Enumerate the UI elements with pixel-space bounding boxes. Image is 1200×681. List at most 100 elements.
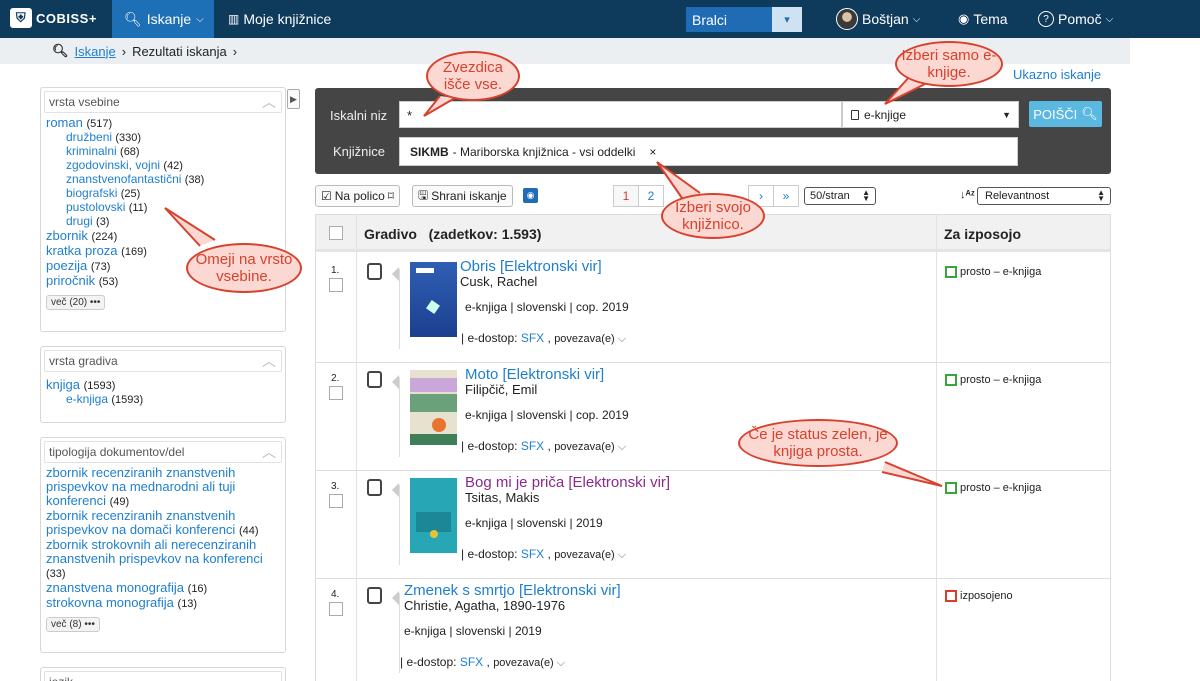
role-select[interactable]: Bralci ▾ xyxy=(686,7,802,32)
facet-more-button[interactable]: več (20) ••• xyxy=(46,295,106,310)
material-type-select[interactable]: e-knjige ▼ xyxy=(842,101,1019,128)
sfx-link[interactable]: SFX xyxy=(521,439,544,453)
chevron-up-icon: ︿ xyxy=(262,444,276,460)
save-search-button[interactable]: 🖫 Shrani iskanje xyxy=(412,185,513,207)
facet-item[interactable]: drugi (3) xyxy=(46,215,280,229)
facet-header[interactable]: tipologija dokumentov/del ︿ xyxy=(44,441,282,463)
sort-select[interactable]: Relevantnost ▲ ▼ xyxy=(977,187,1111,205)
facet-item-label: zbornik strokovnih ali nerecenziranih zn… xyxy=(46,537,263,566)
page-link[interactable]: 2 xyxy=(638,185,664,207)
result-access: | e-dostop: SFX , povezava(e) ⌵ xyxy=(461,439,627,453)
help-menu[interactable]: ? Pomoč ⌵ xyxy=(1038,0,1113,38)
pagination: 1 2 xyxy=(613,185,664,207)
cobiss-logo[interactable]: ⛨ COBISS+ xyxy=(10,8,97,28)
facet-item[interactable]: zbornik recenziranih znanstvenih prispev… xyxy=(46,466,280,509)
result-title-link[interactable]: Obris [Elektronski vir] xyxy=(460,258,602,275)
facet-header[interactable]: jezik ︿ xyxy=(44,671,282,681)
avatar xyxy=(836,8,858,30)
result-meta: e-knjiga | slovenski | 2019 xyxy=(465,516,603,530)
facet-item-count: (1593) xyxy=(83,380,116,392)
status-text: izposojeno xyxy=(960,590,1013,602)
sfx-link[interactable]: SFX xyxy=(460,655,483,669)
row-checkbox[interactable] xyxy=(329,386,343,400)
facet-title: tipologija dokumentov/del xyxy=(49,445,185,459)
result-title-link[interactable]: Zmenek s smrtjo [Elektronski vir] xyxy=(404,582,621,599)
chevron-up-icon: ︿ xyxy=(262,353,276,369)
add-to-shelf-button[interactable]: ☑ Na polico ⌑ xyxy=(315,185,400,207)
shelf-label: Na polico xyxy=(334,189,385,203)
facet-item[interactable]: kriminalni (68) xyxy=(46,145,280,159)
row-divider xyxy=(399,269,400,349)
per-page-select[interactable]: 50/stran ▲ ▼ xyxy=(804,187,876,205)
library-field[interactable]: SIKMB - Mariborska knjižnica - vsi oddel… xyxy=(399,137,1018,166)
facet-item[interactable]: pustolovski (11) xyxy=(46,201,280,215)
links-dropdown[interactable]: povezava(e) xyxy=(554,333,615,345)
facet-item-count: (38) xyxy=(184,174,205,186)
facet-item[interactable]: zbornik recenziranih znanstvenih prispev… xyxy=(46,509,280,538)
result-title-link[interactable]: Bog mi je priča [Elektronski vir] xyxy=(465,474,670,491)
row-checkbox[interactable] xyxy=(329,602,343,616)
result-title-link[interactable]: Moto [Elektronski vir] xyxy=(465,366,604,383)
facet-item[interactable]: biografski (25) xyxy=(46,187,280,201)
facet-header[interactable]: vrsta gradiva ︿ xyxy=(44,350,282,372)
user-menu[interactable]: Boštjan ⌵ xyxy=(836,0,920,38)
close-icon[interactable]: × xyxy=(649,145,656,159)
result-access: | e-dostop: SFX , povezava(e) ⌵ xyxy=(461,547,627,561)
breadcrumb-home-link[interactable]: Iskanje xyxy=(75,44,116,59)
search-button[interactable]: POIŠČI 🔍︎ xyxy=(1029,101,1102,127)
row-number: 2. xyxy=(331,373,340,384)
sort-icon: ↓ᴬᶻ xyxy=(960,189,975,201)
facet-item-label: znanstvena monografija xyxy=(46,580,185,595)
theme-menu[interactable]: ◉ Tema xyxy=(958,0,1008,38)
nav-search-tab[interactable]: 🔍︎ Iskanje ⌵ xyxy=(112,0,214,38)
facet-item[interactable]: strokovna monografija (13) xyxy=(46,596,280,611)
row-number: 3. xyxy=(331,481,340,492)
book-cover[interactable] xyxy=(410,262,457,337)
result-count: (zadetkov: 1.593) xyxy=(428,226,542,242)
sfx-link[interactable]: SFX xyxy=(521,331,544,345)
facet-material-type: vrsta gradiva ︿ knjiga (1593) e-knjiga (1… xyxy=(40,346,286,423)
facet-item-count: (517) xyxy=(86,118,113,130)
facet-item[interactable]: roman (517) xyxy=(46,116,280,131)
breadcrumb-current: Rezultati iskanja xyxy=(132,43,227,59)
status-square-icon xyxy=(945,482,957,494)
facet-item[interactable]: zbornik strokovnih ali nerecenziranih zn… xyxy=(46,538,280,581)
availability-status: prosto – e-knjiga xyxy=(945,374,1041,386)
row-checkbox[interactable] xyxy=(329,278,343,292)
facet-item[interactable]: družbeni (330) xyxy=(46,131,280,145)
nav-my-libraries[interactable]: ▥ Moje knjižnice xyxy=(228,0,331,38)
facet-item-label: knjiga xyxy=(46,377,80,392)
facet-item[interactable]: knjiga (1593) xyxy=(46,378,280,393)
links-dropdown[interactable]: povezava(e) xyxy=(493,657,554,669)
availability-status: izposojeno xyxy=(945,590,1013,602)
chevron-down-icon: ⌵ xyxy=(614,549,627,561)
facet-item-count: (33) xyxy=(46,568,66,580)
facet-item[interactable]: zgodovinski, vojni (42) xyxy=(46,159,280,173)
sfx-link[interactable]: SFX xyxy=(521,547,544,561)
rss-icon[interactable]: ◉ xyxy=(523,188,538,203)
row-checkbox[interactable] xyxy=(329,494,343,508)
facet-item[interactable]: znanstvenofantastični (38) xyxy=(46,173,280,187)
book-cover[interactable] xyxy=(410,370,457,445)
links-dropdown[interactable]: povezava(e) xyxy=(554,441,615,453)
advanced-search-link[interactable]: Ukazno iskanje xyxy=(1013,67,1101,82)
facet-item[interactable]: e-knjiga (1593) xyxy=(46,393,280,407)
availability-status: prosto – e-knjiga xyxy=(945,482,1041,494)
nav-search-label: Iskanje xyxy=(146,11,192,27)
facet-item[interactable]: znanstvena monografija (16) xyxy=(46,581,280,596)
facet-list: knjiga (1593) e-knjiga (1593) xyxy=(41,372,285,407)
chevron-down-icon: ⌵ xyxy=(912,13,921,25)
nav-my-libraries-label: Moje knjižnice xyxy=(243,11,332,27)
select-all-checkbox[interactable] xyxy=(329,226,343,240)
chevron-right-icon: ▶ xyxy=(290,93,297,104)
book-cover[interactable] xyxy=(410,478,457,553)
save-icon: 🖫 xyxy=(418,187,429,202)
sidebar-collapse-toggle[interactable]: ▶ xyxy=(287,89,300,109)
last-page-button[interactable]: » xyxy=(773,185,799,207)
facet-header[interactable]: vrsta vsebine ︿ xyxy=(44,91,282,113)
facet-more-button[interactable]: več (8) ••• xyxy=(46,617,100,632)
page-link[interactable]: 1 xyxy=(613,185,639,207)
search-input[interactable]: * xyxy=(399,101,842,128)
links-dropdown[interactable]: povezava(e) xyxy=(554,549,615,561)
facet-item[interactable]: zbornik (224) xyxy=(46,229,280,244)
